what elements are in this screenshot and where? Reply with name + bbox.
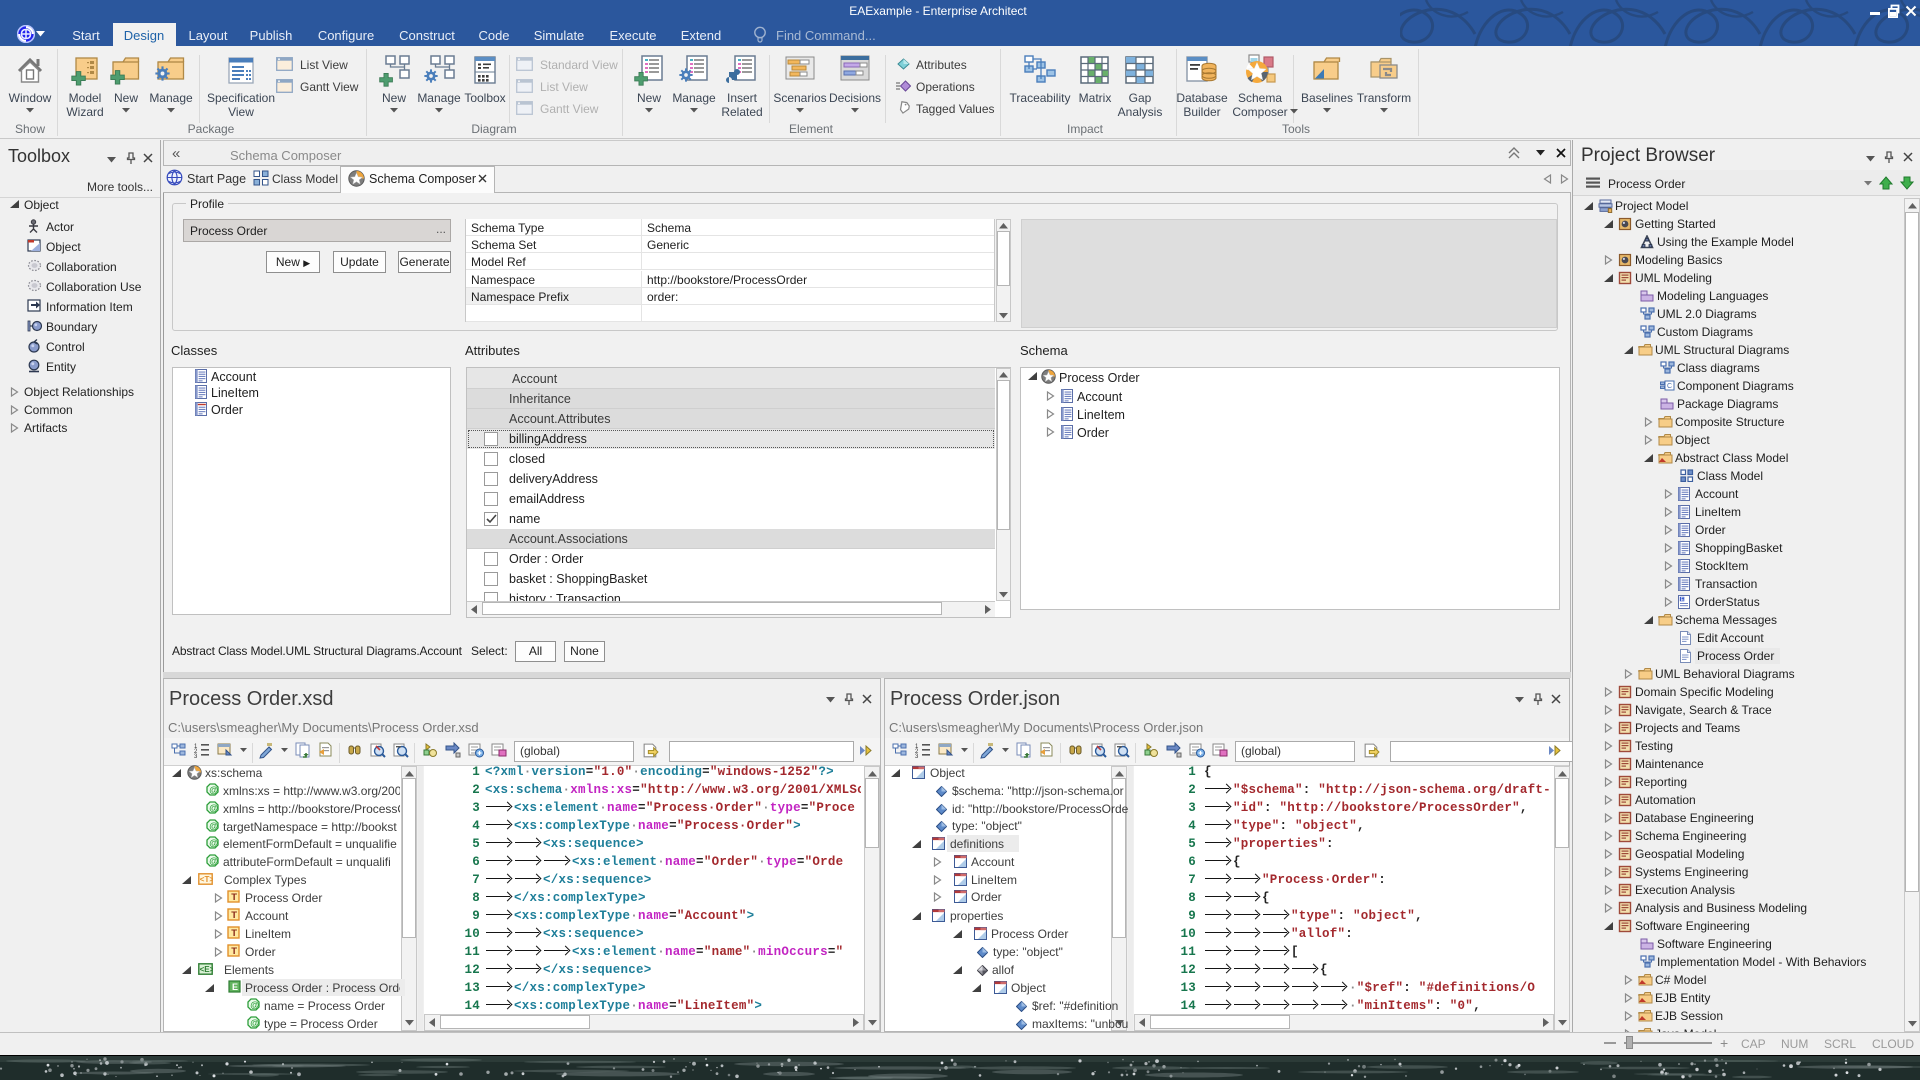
svg-text:@: @ <box>209 856 218 866</box>
svg-text:@: @ <box>250 1018 259 1028</box>
svg-text:E: E <box>232 982 238 992</box>
svg-text:<E>: <E> <box>200 965 213 974</box>
svg-text:<T>: <T> <box>200 875 213 884</box>
svg-text:@: @ <box>250 1000 259 1010</box>
svg-text:3: 3 <box>194 754 198 759</box>
svg-text:C: C <box>1667 383 1672 390</box>
svg-text:@: @ <box>209 838 218 848</box>
svg-text:@: @ <box>209 785 218 795</box>
svg-text:T: T <box>231 946 237 957</box>
svg-text:T: T <box>231 910 237 921</box>
svg-text:@: @ <box>209 803 218 813</box>
svg-text:T: T <box>231 928 237 939</box>
svg-text:@: @ <box>209 821 218 831</box>
svg-text:3: 3 <box>915 754 919 759</box>
svg-text:T: T <box>231 892 237 903</box>
